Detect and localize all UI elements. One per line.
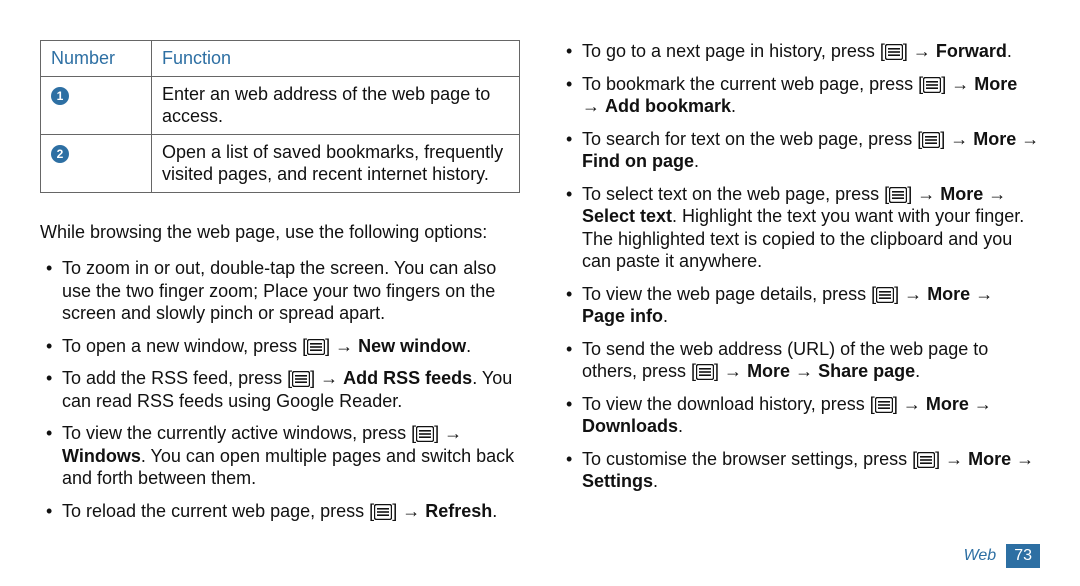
header-number: Number [41,41,152,77]
lead-text: While browsing the web page, use the fol… [40,221,520,244]
row2-func: Open a list of saved bookmarks, frequent… [152,134,520,192]
row1-num-cell: 1 [41,76,152,134]
list-item: To bookmark the current web page, press … [582,73,1040,118]
list-item: To zoom in or out, double-tap the screen… [62,257,520,325]
bold-text: Downloads [582,416,678,436]
bold-text: Add bookmark [605,96,731,116]
menu-icon [889,187,907,203]
row1-func: Enter an web address of the web page to … [152,76,520,134]
bold-text: More [927,284,970,304]
menu-icon [917,452,935,468]
bold-text: More [974,74,1017,94]
bold-text: New window [358,336,466,356]
bold-text: More [926,394,969,414]
list-item: To reload the current web page, press []… [62,500,520,523]
bold-text: Refresh [425,501,492,521]
menu-icon [922,132,940,148]
footer-section: Web [964,546,997,566]
right-options-list: To go to a next page in history, press [… [560,40,1040,493]
list-item: To search for text on the web page, pres… [582,128,1040,173]
menu-icon [885,44,903,60]
right-column: To go to a next page in history, press [… [560,40,1040,576]
table-header-row: Number Function [41,41,520,77]
list-item: To go to a next page in history, press [… [582,40,1040,63]
footer-page-number: 73 [1006,544,1040,568]
page-footer: Web 73 [964,544,1040,568]
function-table: Number Function 1 Enter an web address o… [40,40,520,193]
menu-icon [292,371,310,387]
bold-text: Share page [818,361,915,381]
list-item: To view the web page details, press [] →… [582,283,1040,328]
table-row: 2 Open a list of saved bookmarks, freque… [41,134,520,192]
bold-text: Forward [936,41,1007,61]
bold-text: Windows [62,446,141,466]
menu-icon [307,339,325,355]
menu-icon [696,364,714,380]
bold-text: Page info [582,306,663,326]
bold-text: More [973,129,1016,149]
bold-text: Select text [582,206,672,226]
number-badge: 2 [51,145,69,163]
left-options-list: To zoom in or out, double-tap the screen… [40,257,520,522]
list-item: To add the RSS feed, press [] → Add RSS … [62,367,520,412]
menu-icon [923,77,941,93]
list-item: To view the currently active windows, pr… [62,422,520,490]
bold-text: Settings [582,471,653,491]
bold-text: More [747,361,790,381]
bold-text: Find on page [582,151,694,171]
list-item: To customise the browser settings, press… [582,448,1040,493]
menu-icon [416,426,434,442]
list-item: To send the web address (URL) of the web… [582,338,1040,383]
list-item: To select text on the web page, press []… [582,183,1040,273]
bold-text: More [968,449,1011,469]
number-badge: 1 [51,87,69,105]
menu-icon [875,397,893,413]
header-function: Function [152,41,520,77]
page: Number Function 1 Enter an web address o… [0,0,1080,586]
menu-icon [876,287,894,303]
list-item: To open a new window, press [] → New win… [62,335,520,358]
list-item: To view the download history, press [] →… [582,393,1040,438]
table-row: 1 Enter an web address of the web page t… [41,76,520,134]
row2-num-cell: 2 [41,134,152,192]
left-column: Number Function 1 Enter an web address o… [40,40,520,576]
bold-text: Add RSS feeds [343,368,472,388]
bold-text: More [940,184,983,204]
menu-icon [374,504,392,520]
